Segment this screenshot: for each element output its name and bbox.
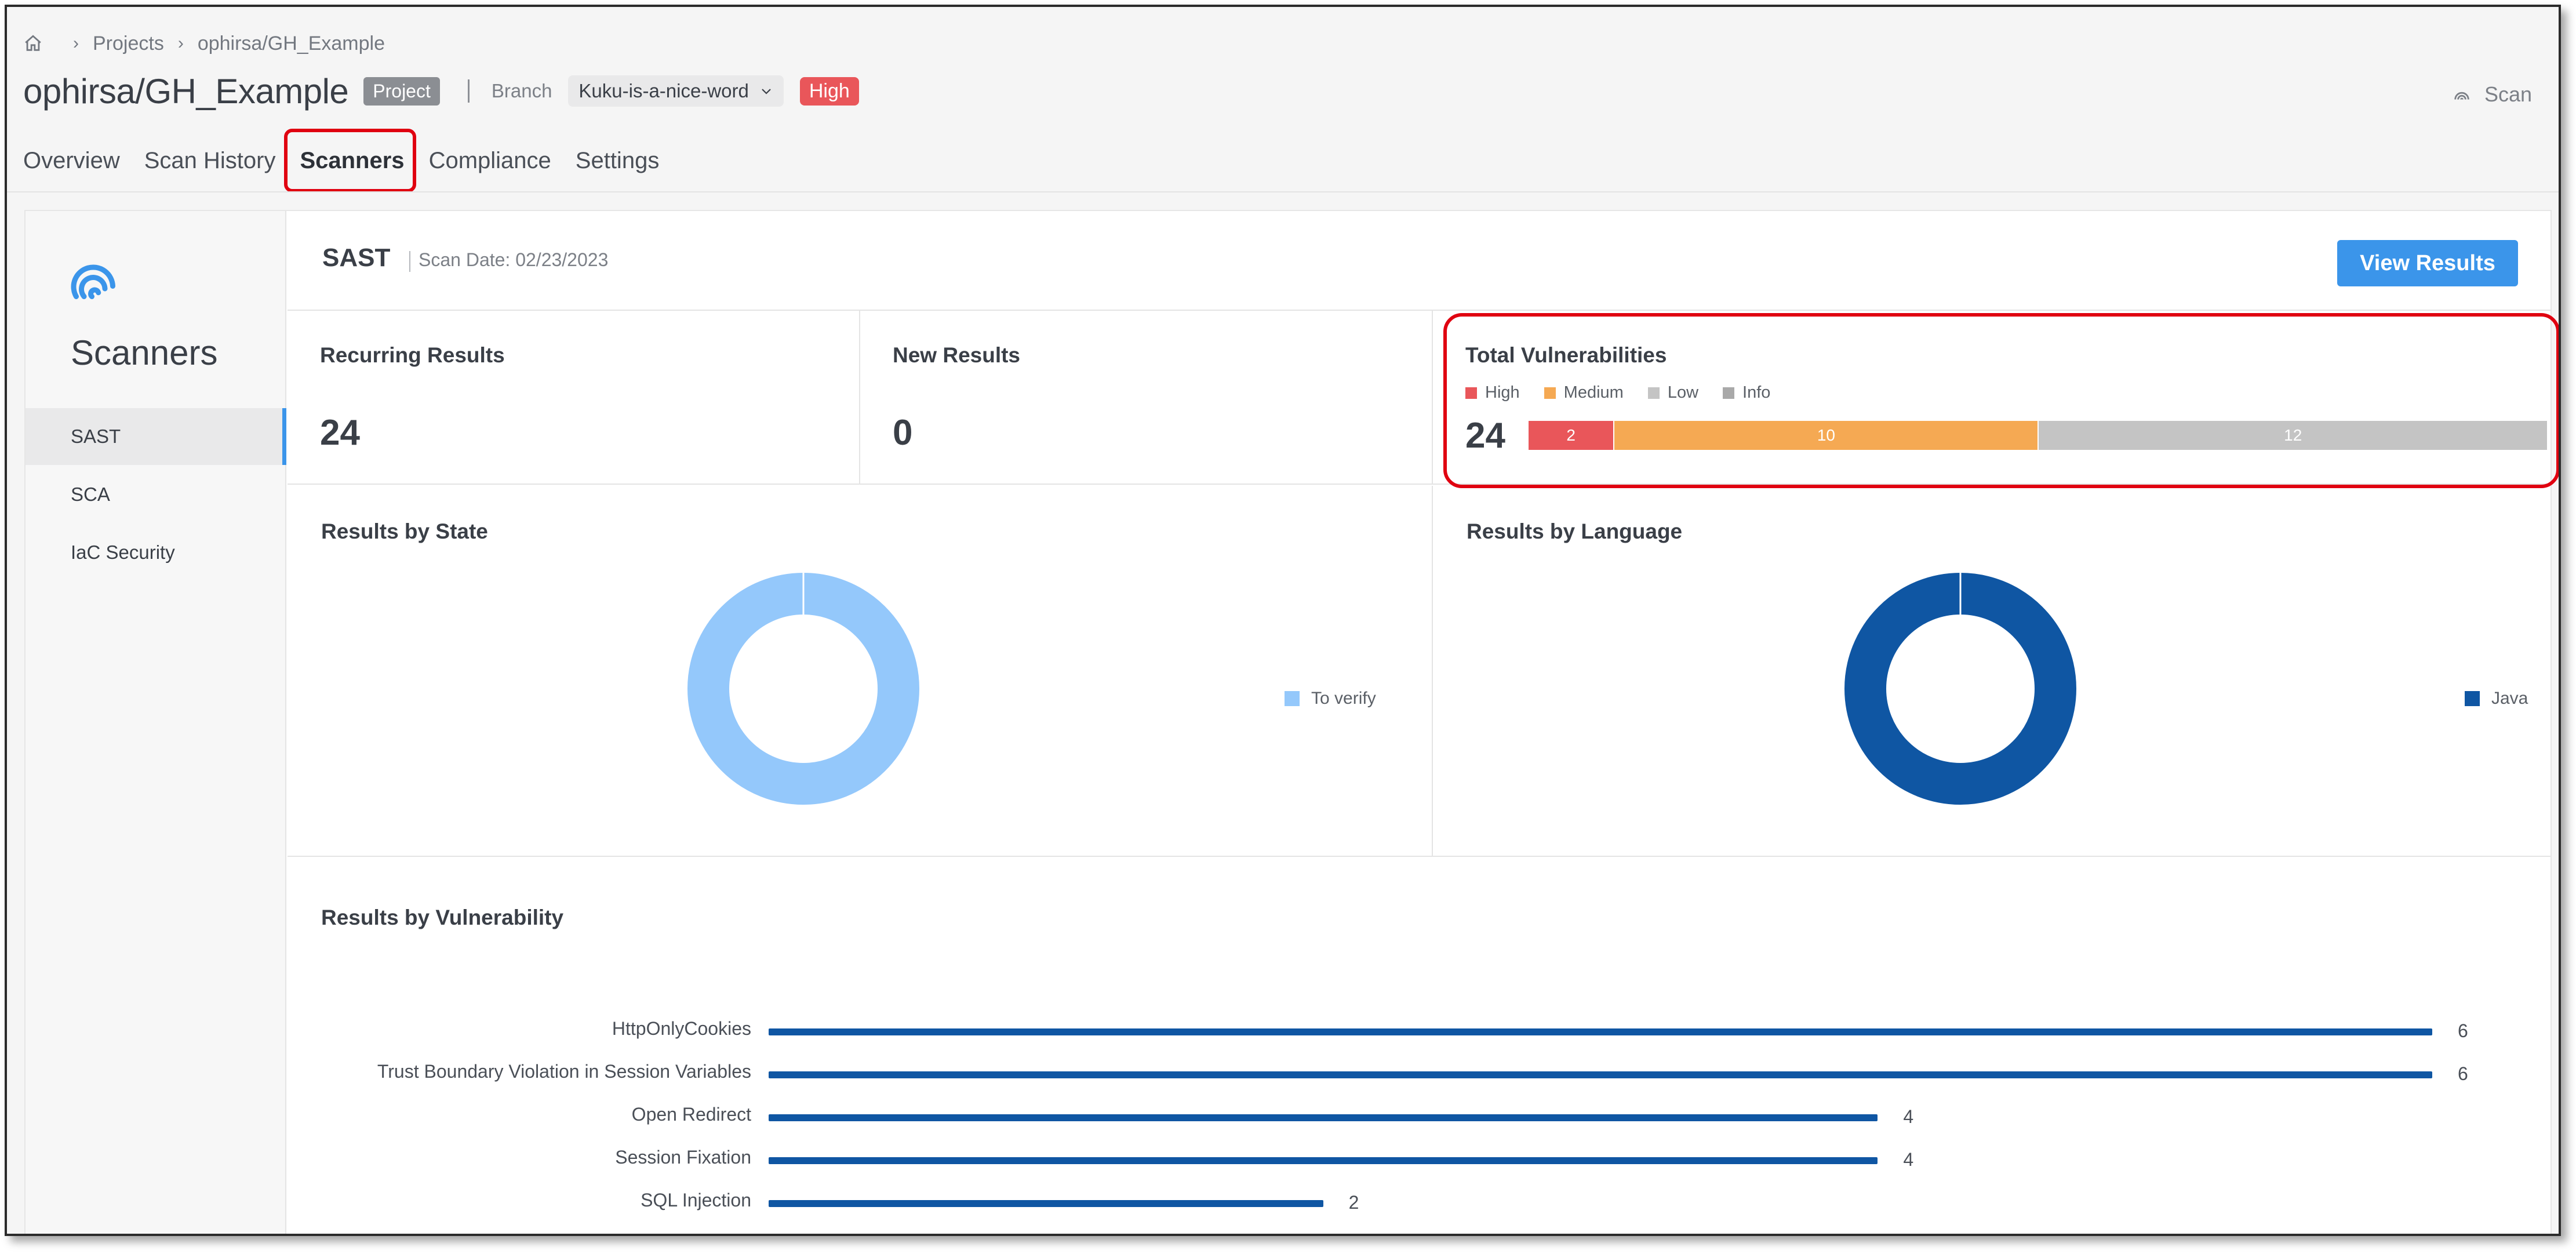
chart-category-label: Session Fixation: [615, 1147, 751, 1168]
tab-settings[interactable]: Settings: [576, 148, 660, 174]
branch-value: Kuku-is-a-nice-word: [578, 80, 749, 101]
chart-value-label: 2: [1349, 1235, 1359, 1236]
tab-compliance[interactable]: Compliance: [429, 148, 551, 174]
chart-row: HttpOnlyCookies 6: [288, 1013, 2550, 1048]
results-by-vulnerability-panel: Results by Vulnerability HttpOnlyCookies…: [288, 857, 2550, 1236]
branch-select[interactable]: Kuku-is-a-nice-word: [568, 75, 784, 107]
results-by-state-title: Results by State: [321, 519, 488, 543]
recurring-results-card: Recurring Results 24: [288, 311, 860, 485]
page-title: ophirsa/GH_Example: [23, 71, 349, 111]
chart-category-label: SQL Injection: [641, 1190, 751, 1211]
chart-value-label: 4: [1903, 1106, 1914, 1127]
scan-button-label: Scan: [2484, 82, 2532, 106]
language-legend: Java: [2465, 689, 2528, 708]
scan-date-text: Scan Date: 02/23/2023: [419, 249, 609, 270]
donut-slice-to-verify[interactable]: [687, 573, 919, 805]
title-row: ophirsa/GH_Example Project Branch Kuku-i…: [23, 68, 859, 114]
scan-button[interactable]: Scan: [2452, 82, 2532, 107]
chevron-down-icon: [762, 89, 771, 94]
scanner-header: SAST Scan Date: 02/23/2023 View Results: [288, 211, 2550, 311]
divider: [467, 79, 470, 103]
scanners-logo-icon: [71, 264, 115, 299]
recurring-results-value: 24: [320, 413, 360, 453]
chart-category-label: Trust Boundary Violation in Session Vari…: [377, 1061, 751, 1082]
results-by-state-donut: [687, 573, 919, 805]
chart-category-label: Open Redirect: [631, 1104, 751, 1125]
results-by-language-panel: Results by Language Java: [1433, 486, 2550, 857]
chart-bar[interactable]: [769, 1157, 1878, 1164]
breadcrumb-projects[interactable]: Projects: [93, 32, 164, 55]
chart-bar[interactable]: [769, 1114, 1878, 1121]
breadcrumb: › Projects › ophirsa/GH_Example: [23, 29, 385, 58]
recurring-results-label: Recurring Results: [320, 343, 505, 367]
risk-badge: High: [799, 77, 859, 106]
chart-value-label: 2: [1348, 1192, 1359, 1213]
total-vulnerabilities-highlight: [1443, 313, 2559, 488]
chart-row: Trust Boundary Violation in Session Vari…: [288, 1056, 2550, 1091]
results-by-language-title: Results by Language: [1467, 519, 1683, 543]
new-results-value: 0: [893, 413, 913, 453]
chevron-right-icon: ›: [177, 34, 184, 53]
results-by-language-donut: [1844, 573, 2076, 805]
sidebar-item-iac-security[interactable]: IaC Security: [26, 524, 286, 581]
header-divider: [7, 191, 2559, 192]
project-badge: Project: [363, 77, 440, 106]
sidebar-item-sca[interactable]: SCA: [26, 466, 286, 523]
tab-scan-history[interactable]: Scan History: [144, 148, 276, 174]
scanners-sidebar: Scanners SAST SCA IaC Security: [26, 211, 286, 1234]
scanners-tab-highlight: [284, 129, 416, 192]
branch-label: Branch: [491, 80, 552, 101]
scanner-name: SAST: [322, 243, 391, 272]
chart-row: SQL Injection 2: [288, 1185, 2550, 1220]
app-window: › Projects › ophirsa/GH_Example ophirsa/…: [5, 5, 2561, 1236]
chart-bar[interactable]: [769, 1200, 1323, 1207]
chart-bar[interactable]: [769, 1028, 2432, 1035]
donut-slice-java[interactable]: [1844, 573, 2076, 805]
chart-row: Session Fixation 4: [288, 1142, 2550, 1177]
scan-date: Scan Date: 02/23/2023: [409, 249, 608, 272]
sidebar-title: Scanners: [71, 333, 218, 372]
scan-icon: [2454, 92, 2469, 100]
chart-row: Heap Inspection 2: [288, 1228, 2550, 1236]
chart-value-label: 6: [2458, 1063, 2468, 1084]
chevron-right-icon: ›: [73, 34, 79, 53]
new-results-card: New Results 0: [860, 311, 1433, 485]
chart-value-label: 4: [1903, 1149, 1914, 1170]
chart-category-label: Heap Inspection: [617, 1233, 751, 1234]
home-icon[interactable]: [23, 34, 43, 53]
chart-category-label: HttpOnlyCookies: [612, 1018, 751, 1039]
chart-row: Open Redirect 4: [288, 1099, 2550, 1134]
state-legend: To verify: [1285, 689, 1376, 708]
new-results-label: New Results: [893, 343, 1021, 367]
chart-bar[interactable]: [769, 1071, 2432, 1078]
breadcrumb-current: ophirsa/GH_Example: [197, 32, 385, 54]
chart-value-label: 6: [2458, 1020, 2468, 1041]
sidebar-item-sast[interactable]: SAST: [26, 408, 286, 465]
tab-overview[interactable]: Overview: [23, 148, 120, 174]
results-by-state-panel: Results by State To verify: [288, 486, 1433, 857]
chart-title: Results by Vulnerability: [321, 906, 564, 929]
view-results-button[interactable]: View Results: [2337, 240, 2518, 286]
